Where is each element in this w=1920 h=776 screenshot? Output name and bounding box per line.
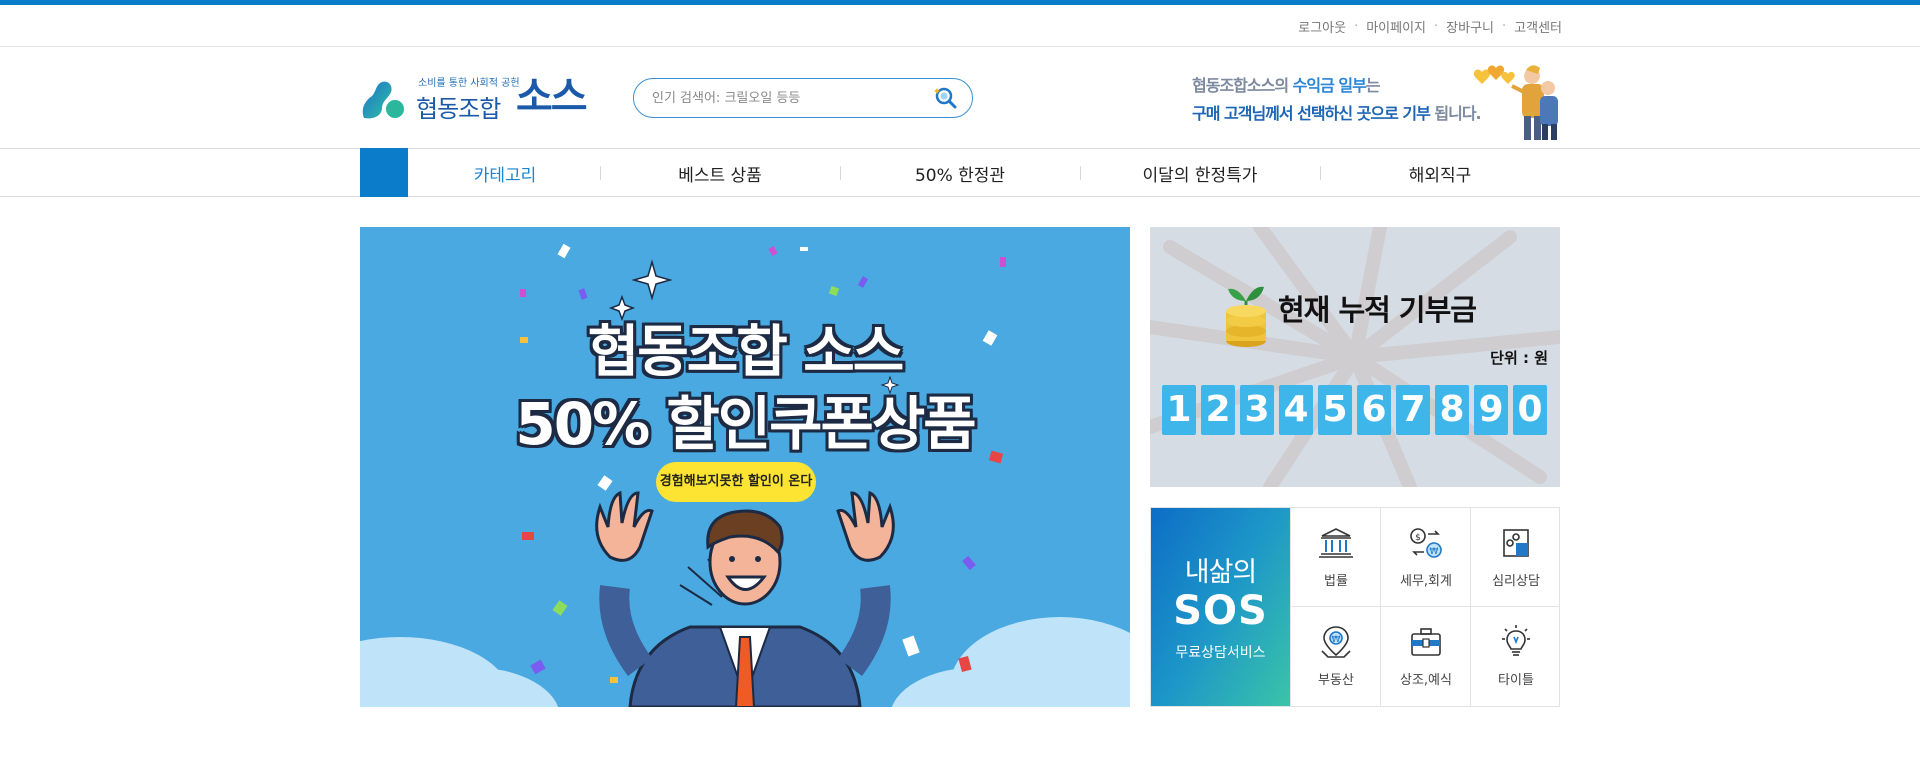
separator-dot: ·	[1354, 19, 1359, 34]
search-button[interactable]	[932, 85, 958, 111]
lightbulb-icon	[1502, 625, 1530, 656]
sos-item-label: 부동산	[1318, 673, 1354, 688]
sos-consultation-panel: 내삶의 SOS 무료상담서비스 법률 $ ₩ 세무,회계 심리상담 ₩ 부동산 …	[1150, 507, 1560, 707]
sos-item-label: 심리상담	[1492, 574, 1540, 589]
sos-item-label: 상조,예식	[1400, 673, 1452, 688]
donation-unit: 단위 : 원	[1490, 349, 1548, 367]
nav-divider	[600, 166, 601, 180]
sos-line-3: 무료상담서비스	[1175, 645, 1266, 661]
logout-link[interactable]: 로그아웃	[1298, 17, 1346, 36]
counter-digit: 5	[1318, 385, 1352, 435]
banner-cta-pill[interactable]: 경험해보지못한 할인이 온다	[656, 462, 816, 502]
donation-digit-counter: 1 2 3 4 5 6 7 8 9 0	[1162, 385, 1547, 435]
promo-highlight: 수익금 일부	[1292, 76, 1367, 95]
logo-tagline: 소비를 통한 사회적 공헌	[418, 78, 520, 89]
sos-item-real-estate[interactable]: ₩ 부동산	[1290, 607, 1380, 706]
counter-digit: 9	[1474, 385, 1508, 435]
sos-line-2: SOS	[1173, 588, 1268, 634]
nav-divider	[840, 166, 841, 180]
donation-counter-panel: 현재 누적 기부금 단위 : 원 1 2 3 4 5 6 7 8 9 0	[1150, 227, 1560, 487]
sos-item-label: 세무,회계	[1400, 574, 1452, 589]
utility-bar: 로그아웃 · 마이페이지 · 장바구니 · 고객센터	[0, 5, 1920, 47]
customer-center-link[interactable]: 고객센터	[1514, 17, 1562, 36]
courthouse-icon	[1319, 528, 1353, 558]
category-menu-toggle[interactable]	[360, 148, 408, 197]
site-logo[interactable]: 소비를 통한 사회적 공헌 협동조합 소스	[360, 74, 596, 123]
sos-title-block: 내삶의 SOS 무료상담서비스	[1151, 508, 1290, 706]
search-icon	[934, 87, 957, 109]
nav-divider	[1320, 166, 1321, 180]
tax-exchange-icon: $ ₩	[1410, 528, 1442, 558]
counter-digit: 7	[1396, 385, 1430, 435]
promo-line-1: 협동조합소스의 수익금 일부는	[1192, 72, 1381, 96]
svg-text:₩: ₩	[1430, 547, 1439, 557]
sos-line-1: 내삶의	[1184, 557, 1258, 588]
promo-text: 는	[1365, 76, 1381, 95]
counter-digit: 3	[1240, 385, 1274, 435]
donation-title: 현재 누적 기부금	[1278, 293, 1477, 327]
sos-item-tax[interactable]: $ ₩ 세무,회계	[1380, 508, 1470, 607]
separator-dot: ·	[1434, 19, 1439, 34]
nav-item-category[interactable]: 카테고리	[438, 161, 572, 186]
coin-stack-sprout-icon	[1226, 286, 1266, 347]
mypage-link[interactable]: 마이페이지	[1366, 17, 1426, 36]
nav-item-best[interactable]: 베스트 상품	[640, 161, 800, 186]
logo-mark-icon	[360, 78, 406, 120]
counter-digit: 2	[1201, 385, 1235, 435]
nav-item-monthly-special[interactable]: 이달의 한정특가	[1120, 161, 1280, 186]
header: 소비를 통한 사회적 공헌 협동조합 소스 협동조합소스의 수익금 일부는 구매…	[0, 48, 1920, 148]
cart-link[interactable]: 장바구니	[1446, 17, 1494, 36]
promo-line-2: 구매 고객님께서 선택하신 곳으로 기부 됩니다.	[1192, 100, 1482, 124]
separator-dot: ·	[1502, 19, 1507, 34]
couple-holding-hearts-illustration	[1442, 54, 1562, 144]
counter-digit: 4	[1279, 385, 1313, 435]
counter-digit: 8	[1435, 385, 1469, 435]
sos-item-title[interactable]: 타이틀	[1470, 607, 1560, 706]
sos-item-label: 타이틀	[1498, 673, 1534, 688]
counter-digit: 6	[1357, 385, 1391, 435]
logo-big-text: 소스	[516, 74, 588, 120]
counter-digit: 1	[1162, 385, 1196, 435]
search-box	[633, 78, 973, 118]
donation-promo-banner[interactable]: 협동조합소스의 수익금 일부는 구매 고객님께서 선택하신 곳으로 기부 됩니다…	[1188, 54, 1562, 144]
nav-item-overseas[interactable]: 해외직구	[1360, 161, 1520, 186]
main-promo-banner[interactable]: 협동조합 소스 50% 할인쿠폰상품 경험해보지못한 할인이 온다	[360, 227, 1130, 707]
counter-digit: 0	[1513, 385, 1547, 435]
logo-text: 소비를 통한 사회적 공헌 협동조합 소스	[410, 74, 596, 123]
banner-title-line-2: 50% 할인쿠폰상품	[515, 390, 976, 458]
promo-text: 구매 고객님께서 선택하신 곳으로 기부	[1192, 104, 1431, 123]
promo-text: 협동조합소스의	[1192, 76, 1293, 95]
nav-divider	[1080, 166, 1081, 180]
search-input[interactable]	[652, 88, 922, 108]
sos-service-grid: 법률 $ ₩ 세무,회계 심리상담 ₩ 부동산 상조,예식 타이틀	[1290, 508, 1560, 706]
real-estate-pin-icon: ₩	[1321, 626, 1351, 658]
logo-name: 협동조합	[416, 95, 501, 123]
svg-text:$: $	[1415, 533, 1421, 543]
puzzle-icon	[1503, 529, 1529, 557]
banner-title-line-1: 협동조합 소스	[587, 320, 905, 385]
sos-item-label: 법률	[1324, 574, 1348, 589]
main-navigation: 카테고리 베스트 상품 50% 한정관 이달의 한정특가 해외직구	[0, 148, 1920, 197]
utility-links: 로그아웃 · 마이페이지 · 장바구니 · 고객센터	[1298, 17, 1562, 36]
nav-item-50-percent[interactable]: 50% 한정관	[880, 161, 1040, 186]
briefcase-icon	[1411, 628, 1441, 656]
sos-item-funeral-wedding[interactable]: 상조,예식	[1380, 607, 1470, 706]
sos-item-legal[interactable]: 법률	[1290, 508, 1380, 607]
svg-text:₩: ₩	[1332, 635, 1341, 645]
sos-item-counseling[interactable]: 심리상담	[1470, 508, 1560, 607]
